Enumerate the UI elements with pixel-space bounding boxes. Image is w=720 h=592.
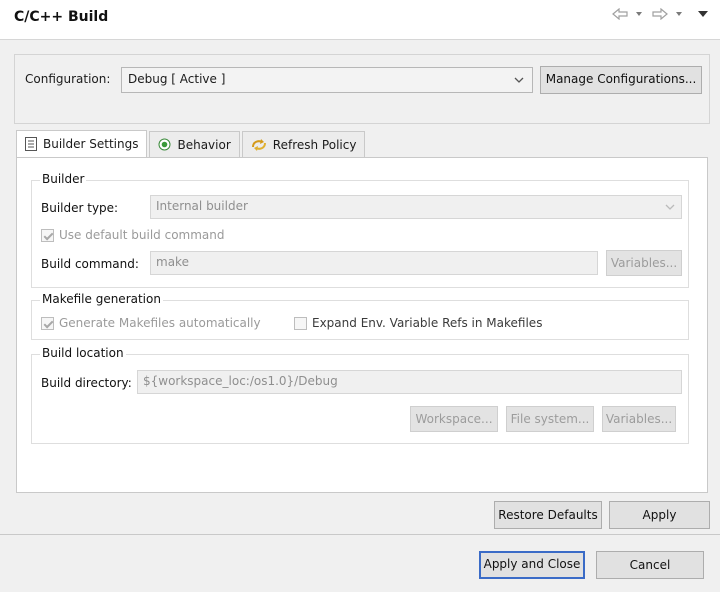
configuration-select-value: Debug [ Active ]	[128, 72, 226, 86]
tab-bar: Builder Settings Behavior Refresh Policy	[16, 130, 367, 157]
use-default-build-command-checkbox[interactable]: Use default build command	[41, 228, 225, 242]
behavior-radio-icon	[158, 138, 171, 151]
expand-env-variable-refs-checkbox[interactable]: Expand Env. Variable Refs in Makefiles	[294, 316, 542, 330]
checkbox-box	[294, 316, 307, 330]
builder-settings-panel: Builder Builder type: Internal builder U…	[16, 157, 708, 493]
build-command-input[interactable]: make	[150, 251, 598, 275]
back-dropdown-icon[interactable]	[636, 12, 642, 16]
expand-env-variable-refs-label: Expand Env. Variable Refs in Makefiles	[312, 316, 543, 330]
makefile-generation-group: Makefile generation Generate Makefiles a…	[31, 292, 689, 340]
navigation-controls	[612, 8, 708, 20]
dialog-separator	[0, 534, 720, 535]
builder-settings-icon	[25, 137, 37, 151]
tab-label: Behavior	[177, 137, 231, 152]
manage-configurations-button[interactable]: Manage Configurations...	[540, 66, 702, 94]
refresh-policy-icon	[251, 138, 266, 151]
builder-variables-button[interactable]: Variables...	[606, 250, 682, 276]
build-command-value: make	[156, 255, 189, 269]
page-title: C/C++ Build	[14, 9, 109, 25]
build-directory-value: ${workspace_loc:/os1.0}/Debug	[143, 374, 338, 388]
makefile-generation-title: Makefile generation	[40, 292, 163, 306]
forward-arrow-icon[interactable]	[652, 8, 668, 20]
checkbox-box	[41, 316, 54, 330]
tab-builder-settings[interactable]: Builder Settings	[16, 130, 148, 157]
build-command-label: Build command:	[41, 257, 139, 271]
workspace-button[interactable]: Workspace...	[410, 406, 498, 432]
tab-label: Refresh Policy	[272, 137, 357, 152]
chevron-down-icon	[665, 204, 675, 210]
use-default-build-command-label: Use default build command	[59, 228, 225, 242]
build-location-title: Build location	[40, 346, 126, 360]
cancel-button[interactable]: Cancel	[596, 551, 704, 579]
apply-button[interactable]: Apply	[609, 501, 710, 529]
forward-dropdown-icon[interactable]	[676, 12, 682, 16]
view-menu-icon[interactable]	[698, 11, 708, 17]
back-arrow-icon[interactable]	[612, 8, 628, 20]
build-location-group: Build location Build directory: ${worksp…	[31, 346, 689, 444]
file-system-button[interactable]: File system...	[506, 406, 594, 432]
page-header: C/C++ Build	[0, 0, 720, 40]
build-directory-label: Build directory:	[41, 376, 132, 390]
configuration-select[interactable]: Debug [ Active ]	[121, 67, 533, 93]
configuration-label: Configuration:	[25, 72, 111, 86]
chevron-down-icon	[514, 77, 524, 83]
tab-behavior[interactable]: Behavior	[149, 131, 240, 157]
generate-makefiles-checkbox[interactable]: Generate Makefiles automatically	[41, 316, 261, 330]
build-directory-input[interactable]: ${workspace_loc:/os1.0}/Debug	[137, 370, 682, 394]
checkbox-box	[41, 228, 54, 242]
builder-type-select[interactable]: Internal builder	[150, 195, 682, 219]
generate-makefiles-label: Generate Makefiles automatically	[59, 316, 261, 330]
tab-label: Builder Settings	[43, 137, 139, 151]
apply-and-close-button[interactable]: Apply and Close	[479, 551, 585, 579]
builder-type-label: Builder type:	[41, 201, 119, 215]
tab-refresh-policy[interactable]: Refresh Policy	[241, 131, 366, 157]
location-variables-button[interactable]: Variables...	[602, 406, 676, 432]
builder-type-value: Internal builder	[156, 199, 248, 213]
restore-defaults-button[interactable]: Restore Defaults	[494, 501, 602, 529]
builder-group-title: Builder	[40, 172, 87, 186]
builder-group: Builder Builder type: Internal builder U…	[31, 172, 689, 288]
configuration-panel: Configuration: Debug [ Active ] Manage C…	[14, 54, 710, 124]
